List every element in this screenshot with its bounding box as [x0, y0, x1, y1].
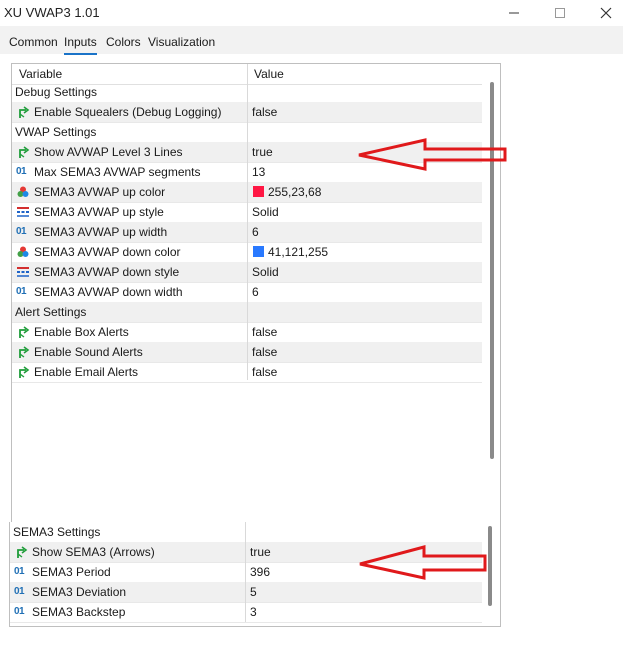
bool-icon [14, 545, 28, 559]
style-icon [16, 265, 30, 279]
variable-label: SEMA3 Backstep [32, 605, 126, 619]
value-field[interactable]: false [252, 342, 277, 362]
variable-label: SEMA3 AVWAP up color [34, 185, 166, 199]
close-icon [600, 7, 612, 19]
minimize-icon [509, 12, 519, 14]
group-label: Alert Settings [15, 305, 87, 319]
variable-label: Show AVWAP Level 3 Lines [34, 145, 183, 159]
group-label: SEMA3 Settings [13, 525, 101, 539]
style-icon [16, 205, 30, 219]
variable-label: SEMA3 AVWAP down style [34, 265, 180, 279]
variable-label: Enable Squealers (Debug Logging) [34, 105, 222, 119]
value-field[interactable]: 3 [250, 602, 257, 622]
annotation-arrow-bottom [359, 545, 487, 580]
group-row: SEMA3 Settings [10, 522, 482, 543]
window-title: XU VWAP3 1.01 [4, 5, 100, 20]
table-row[interactable]: 01 SEMA3 Backstep 3 [10, 602, 482, 623]
color-swatch[interactable] [253, 246, 264, 257]
variable-label: SEMA3 AVWAP up style [34, 205, 164, 219]
tab-colors[interactable]: Colors [106, 35, 141, 49]
int-icon: 01 [14, 586, 25, 597]
variable-label: SEMA3 Period [32, 565, 111, 579]
group-label: VWAP Settings [15, 125, 97, 139]
variable-label: SEMA3 AVWAP up width [34, 225, 168, 239]
int-icon: 01 [14, 606, 25, 617]
value-field[interactable]: true [252, 142, 273, 162]
column-header-value[interactable]: Value [254, 64, 284, 84]
tab-common[interactable]: Common [9, 35, 58, 49]
variable-label: SEMA3 Deviation [32, 585, 127, 599]
value-field[interactable]: Solid [252, 202, 279, 222]
variable-label: Show SEMA3 (Arrows) [32, 545, 155, 559]
value-field[interactable]: 13 [252, 162, 265, 182]
value-field[interactable]: 5 [250, 582, 257, 602]
tab-inputs[interactable]: Inputs [64, 35, 97, 55]
bool-icon [16, 325, 30, 339]
color-icon [16, 245, 30, 259]
color-swatch[interactable] [253, 186, 264, 197]
variable-label: SEMA3 AVWAP down color [34, 245, 181, 259]
variable-label: Enable Email Alerts [34, 365, 139, 379]
int-icon: 01 [16, 166, 27, 177]
bool-icon [16, 365, 30, 379]
table-row[interactable]: 01 SEMA3 Deviation 5 [10, 582, 482, 603]
int-icon: 01 [16, 286, 27, 297]
variable-label: Enable Box Alerts [34, 325, 129, 339]
column-header-variable[interactable]: Variable [19, 64, 62, 84]
value-field[interactable]: Solid [252, 262, 279, 282]
bool-icon [16, 105, 30, 119]
color-icon [16, 185, 30, 199]
close-button[interactable] [583, 0, 623, 26]
value-field[interactable]: false [252, 362, 277, 382]
value-field[interactable]: 6 [252, 222, 259, 242]
value-field[interactable]: 6 [252, 282, 259, 302]
variable-label: Enable Sound Alerts [34, 345, 143, 359]
int-icon: 01 [14, 566, 25, 577]
tab-bar: Common Inputs Colors Visualization [0, 26, 623, 55]
value-field[interactable]: false [252, 102, 277, 122]
maximize-button[interactable] [537, 0, 583, 26]
value-field[interactable]: 41,121,255 [268, 242, 328, 262]
value-field[interactable]: false [252, 322, 277, 342]
group-label: Debug Settings [15, 85, 98, 99]
variable-label: SEMA3 AVWAP down width [34, 285, 183, 299]
value-field[interactable]: 255,23,68 [268, 182, 321, 202]
value-field[interactable]: 396 [250, 562, 270, 582]
int-icon: 01 [16, 226, 27, 237]
minimize-button[interactable] [491, 0, 537, 26]
bool-icon [16, 145, 30, 159]
bool-icon [16, 345, 30, 359]
variable-label: Max SEMA3 AVWAP segments [34, 165, 201, 179]
inputs-table: Variable Value Debug Settings Enable Sque… [11, 63, 501, 525]
tab-visualization[interactable]: Visualization [148, 35, 215, 49]
annotation-arrow-top [358, 138, 507, 171]
value-field[interactable]: true [250, 542, 271, 562]
maximize-icon [555, 8, 565, 18]
title-bar: XU VWAP3 1.01 [0, 0, 623, 26]
